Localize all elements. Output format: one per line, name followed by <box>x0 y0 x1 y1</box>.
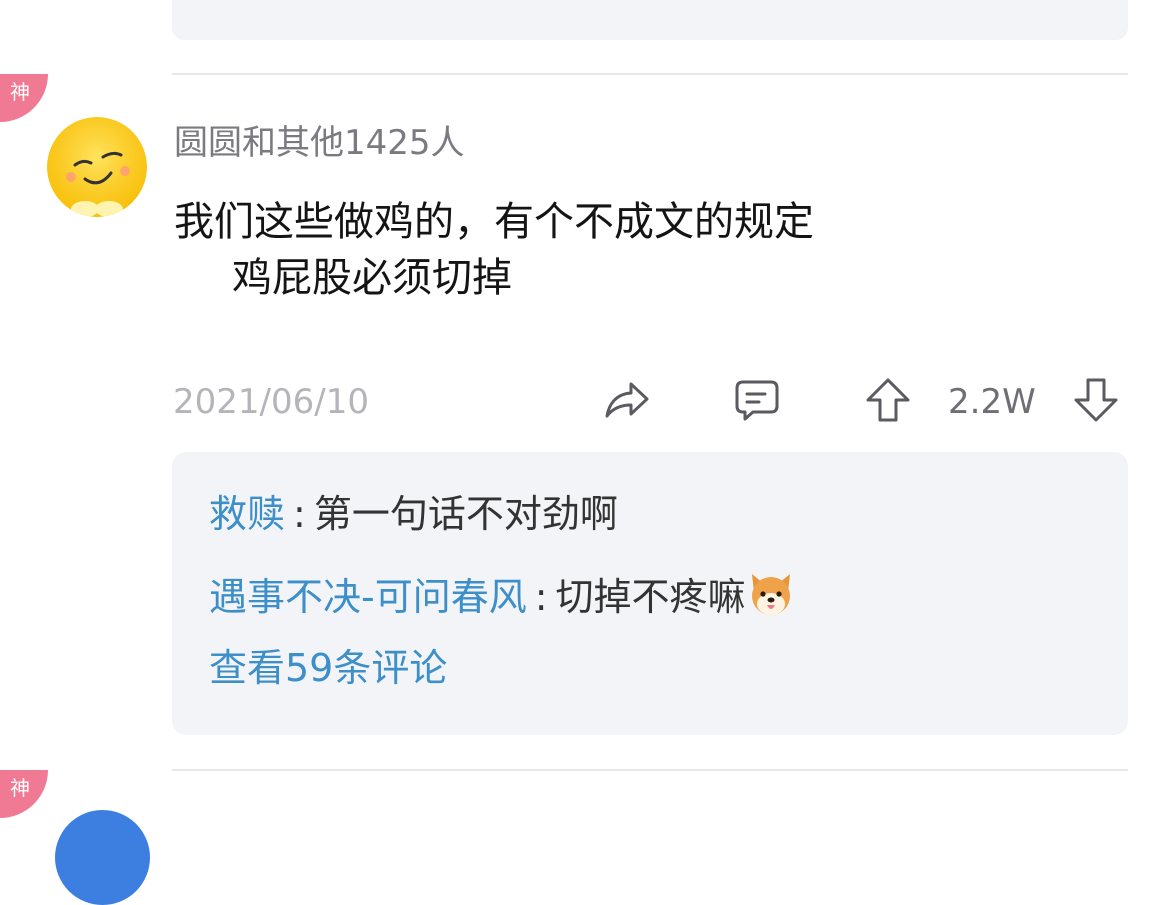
comment-username[interactable]: 圆圆和其他1425人 <box>174 122 465 164</box>
upvote-button[interactable] <box>862 374 914 426</box>
god-comment-badge: 神 <box>0 74 48 122</box>
shiba-dog-emoji-icon <box>751 574 790 615</box>
reply-separator: : <box>293 492 306 536</box>
comment-content: 我们这些做鸡的，有个不成文的规定 鸡屁股必须切掉 <box>174 194 814 306</box>
previous-comment-card <box>172 0 1128 40</box>
comment-date: 2021/06/10 <box>173 382 369 422</box>
comment-text-line-2: 鸡屁股必须切掉 <box>232 255 512 301</box>
reply-author[interactable]: 遇事不决-可问春风 <box>209 575 527 619</box>
reply-separator: : <box>534 575 548 619</box>
next-comment-avatar[interactable] <box>55 810 150 905</box>
smiley-avatar-icon <box>47 117 147 217</box>
reply-text: 第一句话不对劲啊 <box>313 492 618 536</box>
reply-text: 切掉不疼嘛 <box>555 575 746 619</box>
comment-icon <box>735 380 779 421</box>
replies-box: 救赎: 第一句话不对劲啊 遇事不决-可问春风: 切掉不疼嘛 查看59条评论 <box>172 452 1128 735</box>
comment-button[interactable] <box>731 374 783 426</box>
vote-count: 2.2W <box>948 382 1036 422</box>
view-more-replies-link[interactable]: 查看59条评论 <box>209 644 447 692</box>
reply-item[interactable]: 救赎: 第一句话不对劲啊 <box>209 490 618 538</box>
share-icon <box>605 382 649 418</box>
god-comment-badge: 神 <box>0 770 48 818</box>
comment-text-line-1: 我们这些做鸡的，有个不成文的规定 <box>174 199 814 245</box>
downvote-icon <box>1074 378 1118 422</box>
upvote-icon <box>866 378 910 422</box>
reply-author[interactable]: 救赎 <box>209 492 285 536</box>
divider <box>172 73 1128 75</box>
divider <box>172 769 1128 771</box>
share-button[interactable] <box>601 374 653 426</box>
downvote-button[interactable] <box>1070 374 1122 426</box>
reply-item[interactable]: 遇事不决-可问春风: 切掉不疼嘛 <box>209 568 796 621</box>
avatar[interactable] <box>47 117 147 217</box>
